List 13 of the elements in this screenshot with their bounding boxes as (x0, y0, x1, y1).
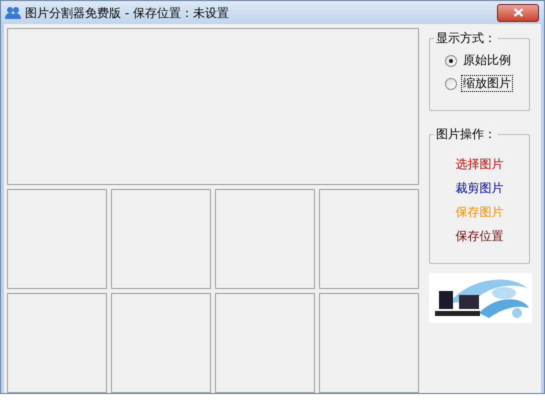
users-icon (5, 6, 21, 20)
close-button[interactable] (497, 4, 539, 22)
window-title: 图片分割器免费版 - 保存位置：未设置 (25, 4, 229, 22)
action-link[interactable]: 选择图片 (456, 155, 504, 173)
radio-label[interactable]: 原始比例 (461, 52, 513, 69)
group-title: 图片操作： (434, 126, 498, 142)
group-title: 显示方式： (434, 30, 498, 46)
radio-button[interactable] (445, 78, 457, 90)
radio-label[interactable]: 缩放图片 (461, 75, 513, 92)
action-link[interactable]: 裁剪图片 (456, 179, 504, 197)
radio-button[interactable] (445, 54, 457, 66)
action-link[interactable]: 保存位置 (456, 227, 504, 245)
close-icon (512, 8, 524, 17)
